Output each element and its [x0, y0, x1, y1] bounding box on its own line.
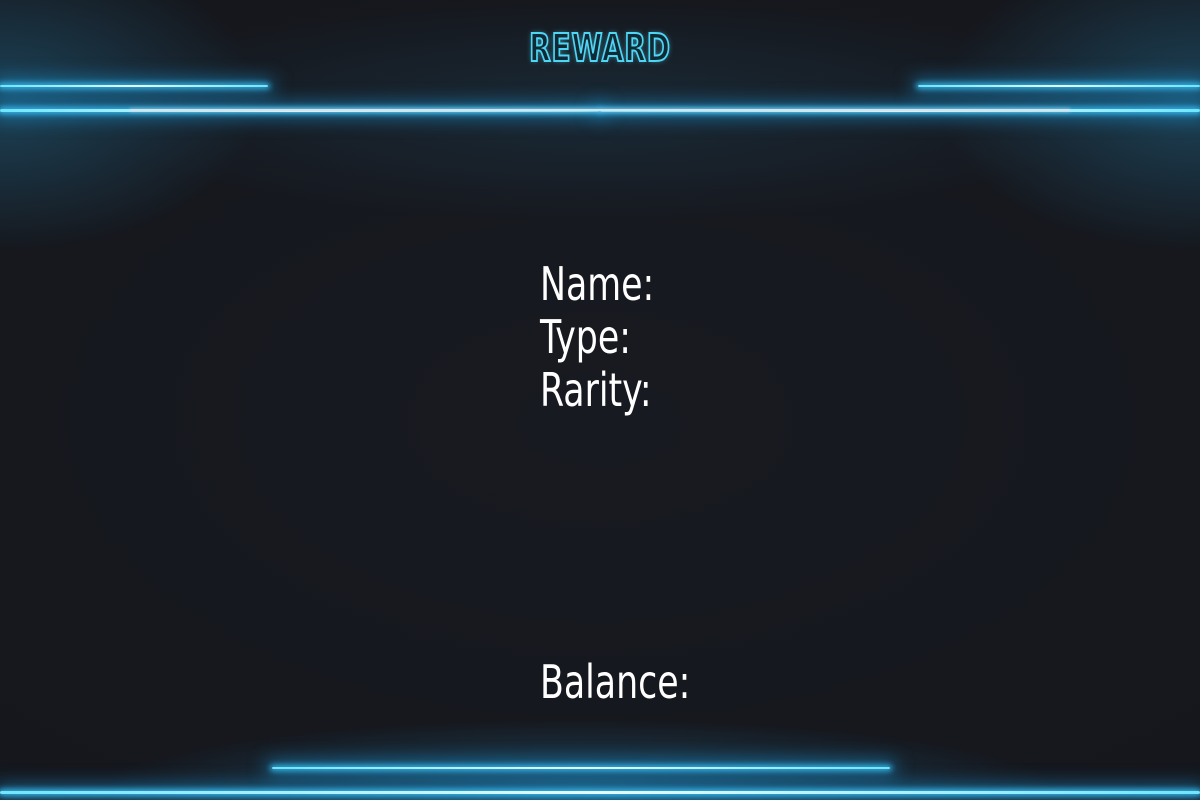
neon-line-top-right [918, 85, 1200, 87]
reward-type-label: Type: [540, 310, 631, 364]
neon-line-bottom-short [272, 767, 890, 769]
page-title: REWARD [528, 25, 671, 71]
reward-rarity-label: Rarity: [540, 363, 652, 417]
reward-screen: REWARD Name: Type: Rarity: Balance: [0, 0, 1200, 800]
balance-label: Balance: [540, 655, 691, 709]
neon-line-bottom-long [0, 791, 1200, 794]
divider-line-top [130, 109, 1070, 111]
neon-line-top-left [0, 85, 268, 87]
reward-name-label: Name: [540, 257, 655, 311]
